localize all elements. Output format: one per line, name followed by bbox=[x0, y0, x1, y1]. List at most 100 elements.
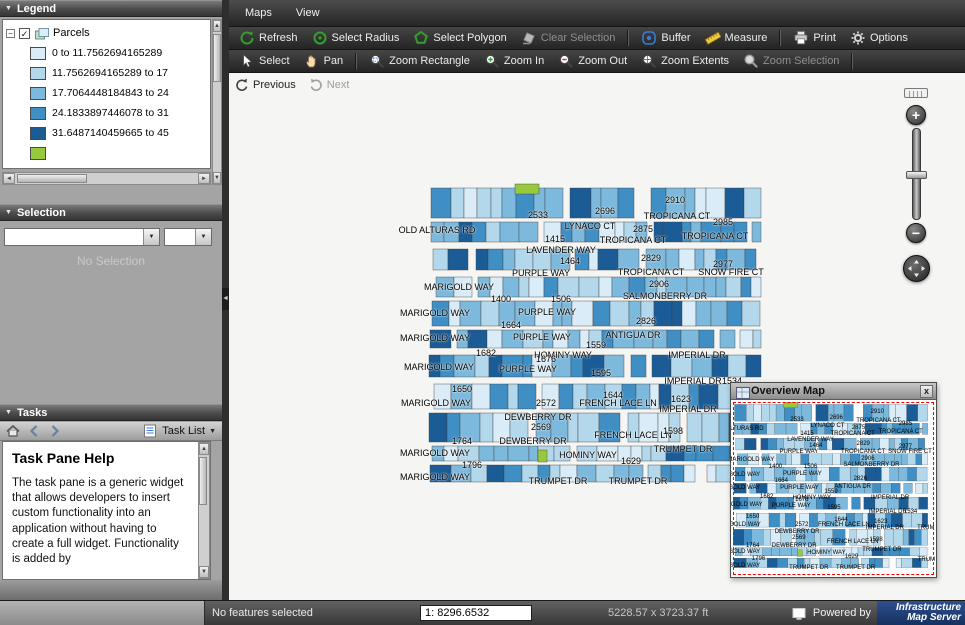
street-label: IMPERIAL DR bbox=[664, 377, 721, 386]
home-button[interactable] bbox=[4, 423, 22, 439]
layer-name: Parcels bbox=[53, 27, 90, 39]
legend-item[interactable]: 0 to 11.7562694165289 bbox=[6, 43, 208, 63]
menu-view[interactable]: View bbox=[284, 0, 332, 27]
chevron-down-icon: ▼ bbox=[209, 428, 216, 435]
scrollbar-thumb[interactable] bbox=[17, 174, 87, 183]
four-way-arrows-icon bbox=[906, 258, 927, 279]
street-label: 1464 bbox=[560, 257, 580, 266]
zoom-slider-track[interactable] bbox=[912, 128, 921, 220]
scroll-left-arrow[interactable]: ◄ bbox=[3, 173, 15, 184]
close-icon[interactable]: x bbox=[920, 385, 933, 398]
zoom-out-icon bbox=[558, 53, 574, 69]
back-button[interactable] bbox=[25, 423, 43, 439]
legend-item[interactable]: 11.7562694165289 to 17 bbox=[6, 63, 208, 83]
street-label: 2985 bbox=[713, 218, 733, 227]
street-label: DEWBERRY DR bbox=[499, 437, 566, 446]
street-label: TROPICANA CT bbox=[600, 236, 667, 245]
scrollbar-thumb[interactable] bbox=[213, 34, 221, 82]
legend-item[interactable]: 31.6487140459665 to 45 bbox=[6, 123, 208, 143]
map-canvas[interactable]: 2910 2696 2533 TROPICANA CT OLD ALTURAS … bbox=[425, 180, 765, 490]
scroll-right-arrow[interactable]: ► bbox=[198, 173, 210, 184]
dropdown-arrow-icon[interactable]: ▼ bbox=[143, 229, 159, 245]
overview-titlebar[interactable]: Overview Map x bbox=[731, 383, 936, 400]
dropdown-arrow-icon[interactable]: ▼ bbox=[195, 229, 211, 245]
legend-swatch bbox=[30, 107, 46, 120]
tree-expander-icon[interactable]: − bbox=[6, 29, 15, 38]
legend-layer-row[interactable]: − ✓ Parcels bbox=[6, 23, 208, 43]
map-viewport[interactable]: Previous Next 2910 2696 2533 TROPI bbox=[229, 73, 965, 600]
scroll-down-arrow[interactable]: ▼ bbox=[213, 172, 221, 184]
selection-page-dropdown[interactable]: ▼ bbox=[164, 228, 212, 246]
toolbar-separator bbox=[851, 53, 853, 69]
pan-tool-button[interactable]: Pan bbox=[297, 50, 351, 73]
scroll-down-arrow[interactable]: ▼ bbox=[199, 566, 209, 578]
scroll-up-arrow[interactable]: ▲ bbox=[213, 20, 221, 32]
overview-view-extent-box[interactable] bbox=[733, 402, 934, 575]
zoom-in-tool-button[interactable]: Zoom In bbox=[477, 50, 551, 73]
scale-input[interactable] bbox=[420, 605, 532, 621]
refresh-button[interactable]: Refresh bbox=[232, 27, 305, 50]
overview-map-body[interactable]: 291026962533TROPICANA CTOLD ALTURAS RDLY… bbox=[731, 400, 936, 577]
street-label: TROPICANA CT bbox=[618, 268, 685, 277]
legend-item[interactable]: 17.7064448184843 to 24 bbox=[6, 83, 208, 103]
selection-layer-dropdown[interactable]: ▼ bbox=[4, 228, 160, 246]
scrollbar-track[interactable] bbox=[199, 455, 209, 566]
street-label: TRUMPET DR bbox=[529, 477, 588, 486]
layers-icon bbox=[34, 26, 49, 41]
buffer-button[interactable]: Buffer bbox=[634, 27, 697, 50]
street-label: 1506 bbox=[551, 295, 571, 304]
street-label: FRENCH LACE LN bbox=[594, 431, 672, 440]
tasks-panel-header[interactable]: ▼ Tasks bbox=[0, 404, 222, 421]
zoom-selection-button: Zoom Selection bbox=[736, 50, 846, 73]
zoom-out-button[interactable]: − bbox=[906, 223, 926, 243]
task-vertical-scrollbar[interactable]: ▲ ▼ bbox=[198, 442, 210, 579]
pan-rosette-button[interactable] bbox=[903, 255, 930, 282]
measure-button[interactable]: Measure bbox=[698, 27, 775, 50]
street-label: SNOW FIRE CT bbox=[698, 268, 764, 277]
buffer-label: Buffer bbox=[661, 32, 690, 44]
zoom-rectangle-button[interactable]: Zoom Rectangle bbox=[362, 50, 477, 73]
zoom-extents-button[interactable]: Zoom Extents bbox=[634, 50, 736, 73]
zoom-slider-handle[interactable] bbox=[906, 171, 927, 179]
layer-checkbox[interactable]: ✓ bbox=[19, 28, 30, 39]
scrollbar-track[interactable] bbox=[213, 32, 221, 172]
home-icon bbox=[5, 423, 21, 439]
options-button[interactable]: Options bbox=[843, 27, 915, 50]
zoom-out-tool-button[interactable]: Zoom Out bbox=[551, 50, 634, 73]
menu-maps[interactable]: Maps bbox=[233, 0, 284, 27]
select-tool-button[interactable]: Select bbox=[232, 50, 297, 73]
street-label: 1796 bbox=[462, 461, 482, 470]
print-button[interactable]: Print bbox=[786, 27, 843, 50]
street-label: LYNACO CT bbox=[565, 222, 616, 231]
previous-view-button[interactable]: Previous bbox=[234, 77, 296, 93]
zoom-slider-grip[interactable] bbox=[904, 88, 928, 98]
scroll-up-arrow[interactable]: ▲ bbox=[199, 443, 209, 455]
arrow-forward-icon bbox=[47, 423, 63, 439]
sidebar-collapse-handle[interactable]: ◄ bbox=[222, 288, 229, 310]
toolbar-separator bbox=[627, 30, 629, 46]
pan-tool-label: Pan bbox=[324, 55, 344, 67]
selection-panel-header[interactable]: ▼ Selection bbox=[0, 204, 222, 221]
legend-panel-title: Legend bbox=[17, 3, 56, 15]
street-label: PURPLE WAY bbox=[512, 269, 570, 278]
scrollbar-track[interactable] bbox=[15, 173, 198, 184]
select-polygon-button[interactable]: Select Polygon bbox=[406, 27, 513, 50]
legend-panel-header[interactable]: ▼ Legend bbox=[0, 0, 222, 17]
select-radius-button[interactable]: Select Radius bbox=[305, 27, 407, 50]
scrollbar-thumb[interactable] bbox=[199, 457, 207, 505]
select-tool-label: Select bbox=[259, 55, 290, 67]
street-label: IMPERIAL DR bbox=[668, 351, 725, 360]
street-label: 2910 bbox=[665, 196, 685, 205]
forward-button[interactable] bbox=[46, 423, 64, 439]
legend-vertical-scrollbar[interactable]: ▲ ▼ bbox=[212, 19, 222, 185]
legend-item[interactable] bbox=[6, 143, 208, 163]
legend-horizontal-scrollbar[interactable]: ◄ ► bbox=[2, 172, 211, 185]
legend-range-label: 0 to 11.7562694165289 bbox=[52, 47, 162, 59]
clear-selection-button: Clear Selection bbox=[514, 27, 623, 50]
legend-item[interactable]: 24.1833897446078 to 31 bbox=[6, 103, 208, 123]
street-label: MARIGOLD WAY bbox=[424, 283, 494, 292]
task-list-button[interactable]: Task List ▼ bbox=[142, 423, 216, 439]
task-pane: Task Pane Help The task pane is a generi… bbox=[2, 441, 211, 580]
legend-swatch bbox=[30, 127, 46, 140]
zoom-in-button[interactable]: + bbox=[906, 105, 926, 125]
